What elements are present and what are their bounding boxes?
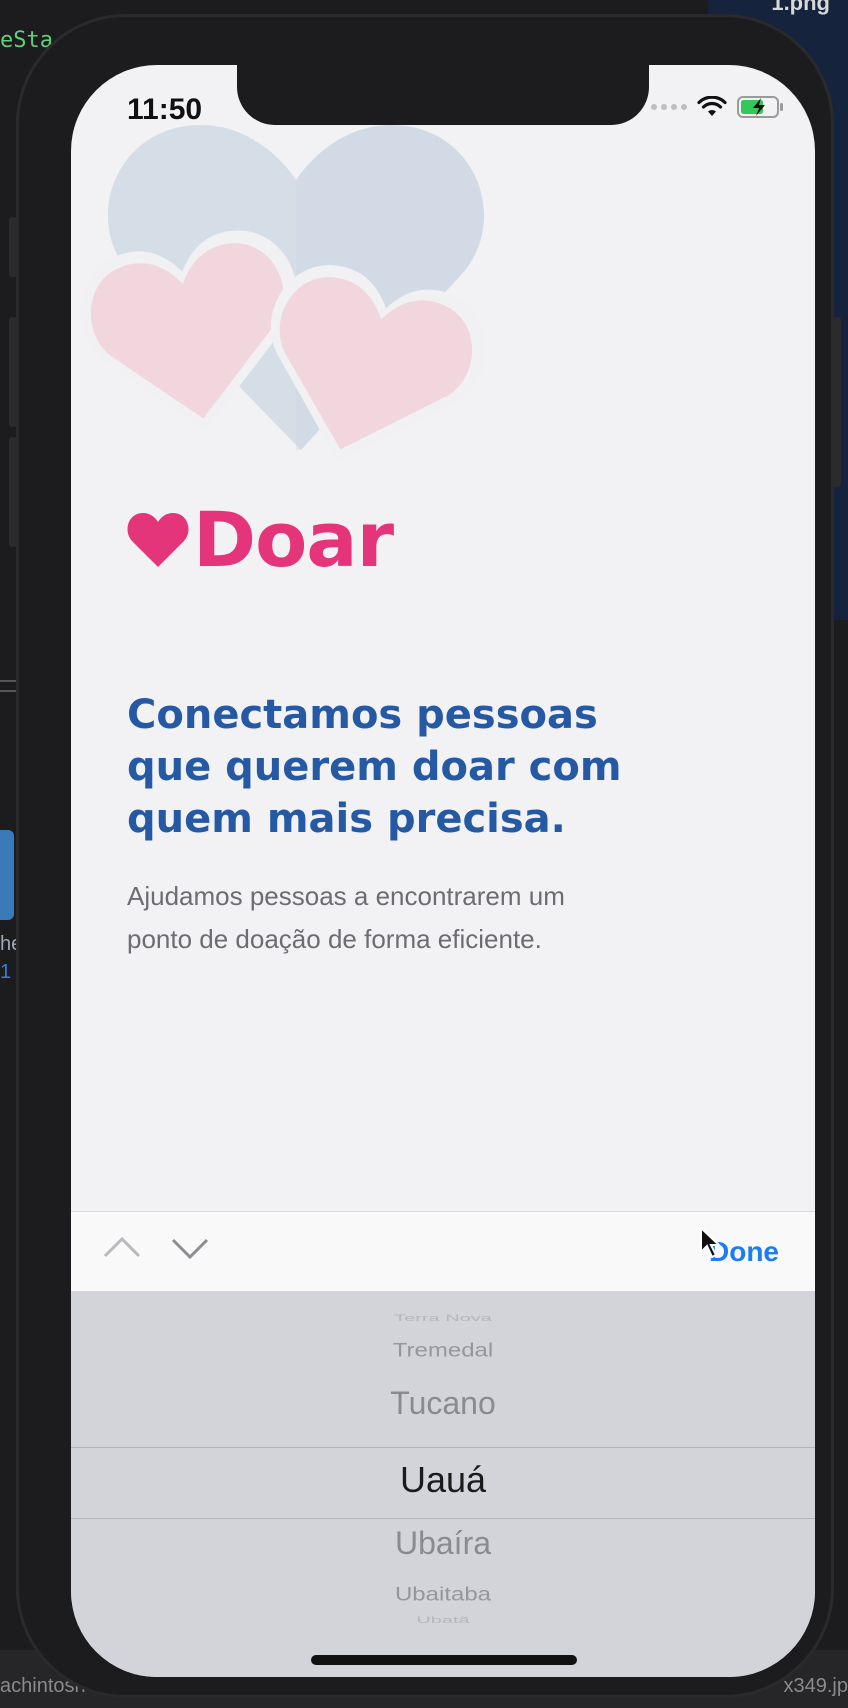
desktop-bottom-right-text: x349.jp [783, 1675, 848, 1697]
heart-icon [127, 512, 189, 567]
page-title: Conectamos pessoas que querem doar com q… [127, 692, 622, 842]
power-button [833, 317, 841, 487]
city-picker[interactable]: Terra Nova Tremedal Tucano Uauá Ubaíra U… [71, 1291, 815, 1677]
picker-option-selected[interactable]: Uauá [71, 1459, 815, 1501]
status-time: 11:50 [127, 93, 203, 126]
page-description: Ajudamos pessoas a encontrarem um ponto … [127, 881, 565, 954]
signal-icon [651, 104, 687, 110]
simulator-device-frame: 11:50 Doar Conectamos pessoas que querem… [9, 14, 841, 1698]
volume-down-button [9, 437, 17, 547]
silent-switch [9, 217, 17, 277]
mouse-cursor-icon [700, 1226, 722, 1259]
picker-option[interactable]: Ubaíra [71, 1525, 815, 1562]
picker-option[interactable]: Tucano [71, 1385, 815, 1422]
picker-option[interactable]: Tremedal [71, 1340, 815, 1362]
desktop-file-label: 1.png [771, 0, 830, 15]
folder-icon [0, 830, 14, 920]
chevron-down-icon[interactable] [169, 1230, 211, 1266]
picker-option[interactable]: Ubaitaba [71, 1584, 815, 1606]
home-indicator[interactable] [311, 1655, 577, 1665]
battery-charging-icon [737, 96, 783, 118]
app-screen: 11:50 Doar Conectamos pessoas que querem… [71, 65, 815, 1677]
hearts-illustration [80, 125, 487, 462]
notch [237, 65, 649, 125]
picker-toolbar: Done [71, 1211, 815, 1291]
chevron-up-icon[interactable] [101, 1230, 143, 1266]
picker-option[interactable]: Terra Nova [71, 1313, 815, 1323]
status-icons [651, 95, 785, 119]
volume-up-button [9, 317, 17, 427]
app-logo: Doar [127, 495, 394, 584]
logo-text: Doar [193, 495, 394, 584]
picker-option[interactable]: Ubatã [71, 1615, 815, 1625]
wifi-icon [697, 96, 727, 116]
